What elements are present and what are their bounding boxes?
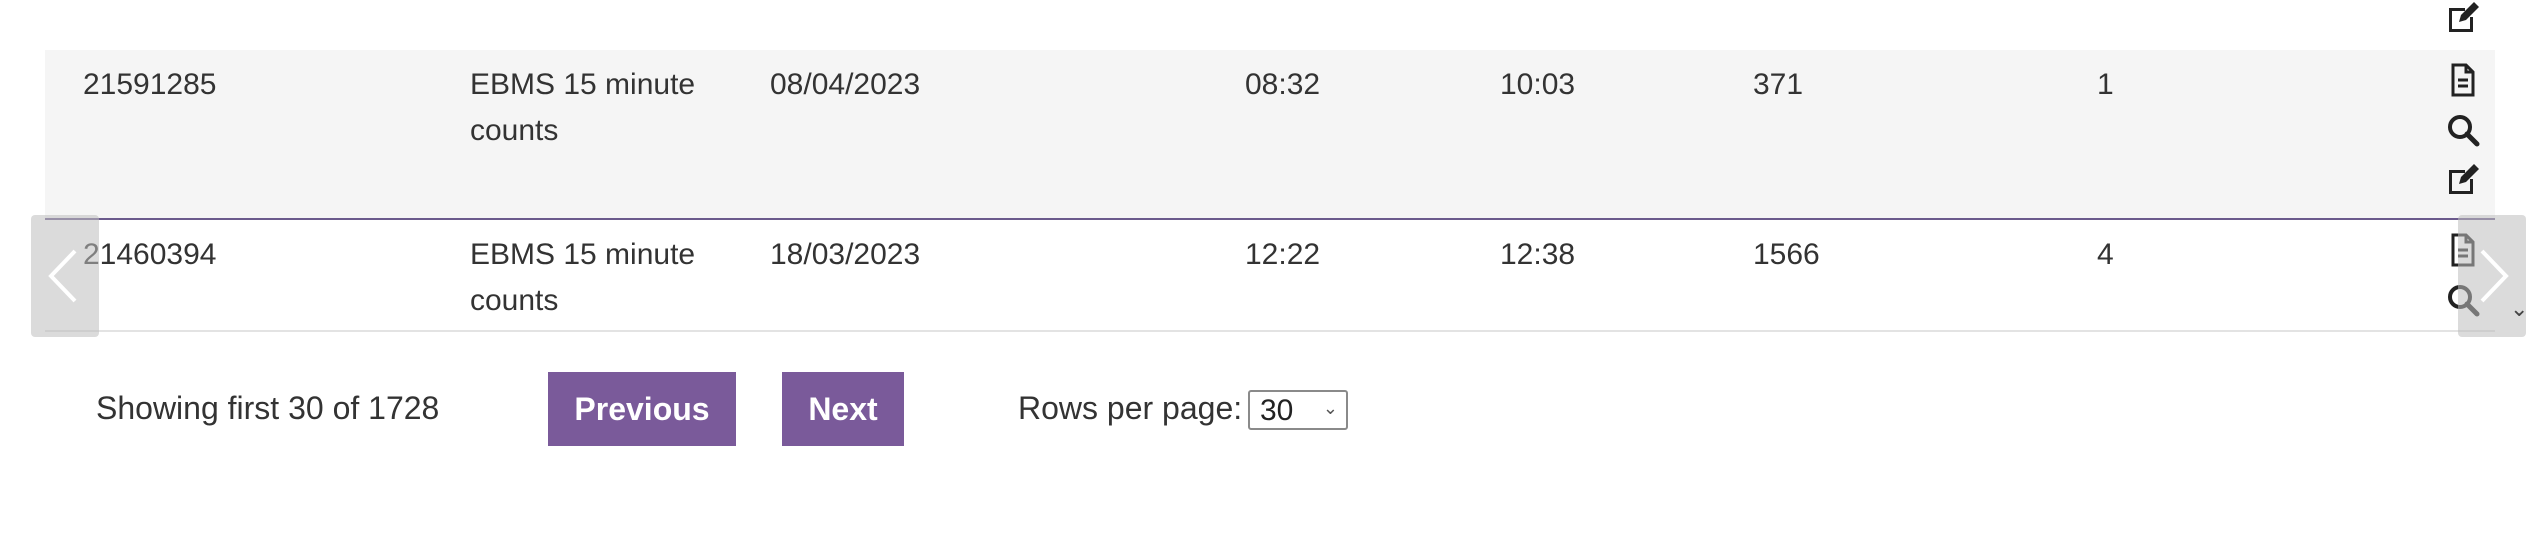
document-icon[interactable] — [2445, 62, 2481, 98]
cell-count: 1566 — [1753, 238, 1820, 271]
row-actions — [2445, 62, 2485, 212]
edit-icon[interactable] — [2445, 0, 2481, 36]
previous-button[interactable]: Previous — [548, 372, 736, 446]
cell-type: EBMS 15 minute counts — [470, 238, 696, 317]
pagination-bar: Showing first 30 of 1728 Previous Next R… — [0, 372, 2542, 446]
pagination-status: Showing first 30 of 1728 — [96, 390, 440, 426]
chevron-down-icon[interactable]: ⌄ — [2510, 296, 2528, 322]
chevron-down-icon: ⌄ — [1322, 398, 1338, 418]
cell-type: EBMS 15 minute counts — [470, 68, 696, 147]
cell-number: 1 — [2097, 68, 2114, 101]
table-row-partial — [45, 0, 2495, 52]
edit-icon[interactable] — [2445, 162, 2481, 198]
cell-start-time: 12:22 — [1245, 238, 1321, 271]
rows-per-page-value: 30 — [1260, 394, 1294, 427]
rows-per-page-select[interactable]: 30 ⌄ — [1248, 390, 1348, 430]
table-row: 21460394 EBMS 15 minute counts 18/03/202… — [45, 220, 2495, 332]
cell-start-time: 08:32 — [1245, 68, 1321, 101]
search-icon[interactable] — [2445, 112, 2481, 148]
cell-number: 4 — [2097, 238, 2114, 271]
cell-id: 21591285 — [83, 68, 217, 101]
rows-per-page-label: Rows per page: — [1018, 390, 1243, 426]
carousel-prev-button[interactable] — [31, 215, 99, 337]
next-button[interactable]: Next — [782, 372, 904, 446]
chevron-left-icon — [48, 249, 77, 303]
cell-end-time: 12:38 — [1500, 238, 1576, 271]
cell-date: 08/04/2023 — [770, 68, 921, 101]
cell-count: 371 — [1753, 68, 1804, 101]
records-table: 21591285 EBMS 15 minute counts 08/04/202… — [45, 0, 2495, 332]
cell-date: 18/03/2023 — [770, 238, 921, 271]
cell-id: 21460394 — [83, 238, 217, 271]
table-row: 21591285 EBMS 15 minute counts 08/04/202… — [45, 50, 2495, 220]
cell-end-time: 10:03 — [1500, 68, 1576, 101]
